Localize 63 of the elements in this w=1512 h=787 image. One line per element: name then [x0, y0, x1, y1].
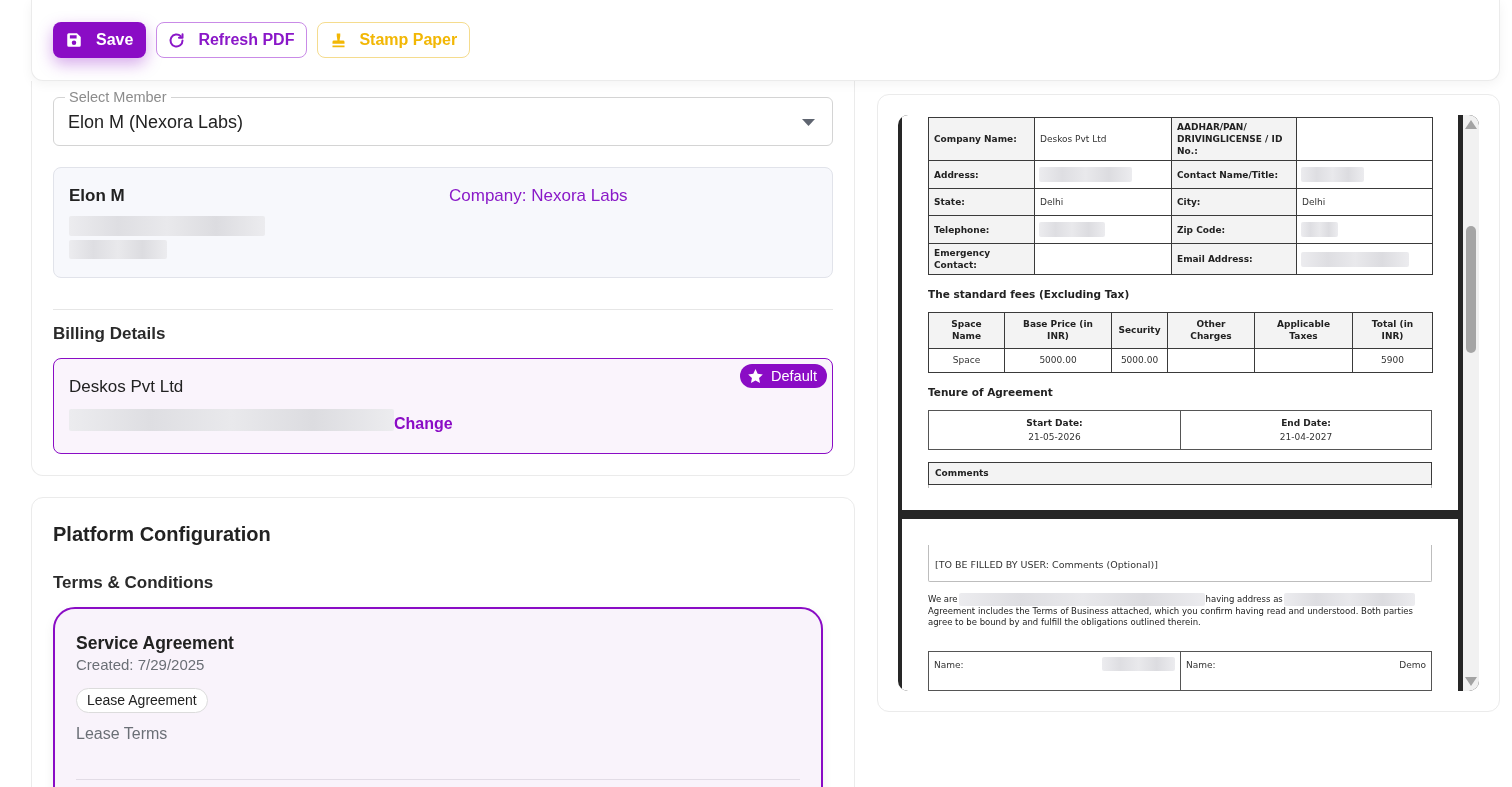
- table-header-cell: Base Price (in INR): [1004, 312, 1112, 349]
- table-cell: 5000.00: [1111, 348, 1168, 373]
- billing-account-card[interactable]: Deskos Pvt Ltd Change Default: [53, 358, 833, 454]
- table-header-cell: Security: [1111, 312, 1168, 349]
- document-heading: Tenure of Agreement: [928, 385, 1053, 399]
- table-label-cell: Email Address:: [1171, 243, 1297, 275]
- date-label: Start Date:: [1026, 417, 1083, 429]
- scrollbar-thumb[interactable]: [1466, 226, 1476, 353]
- table-header-cell: Space Name: [928, 312, 1005, 349]
- agreement-type-tag: Lease Agreement: [76, 688, 208, 713]
- table-label-cell: State:: [928, 188, 1035, 216]
- paragraph-text: having address as: [1205, 594, 1283, 605]
- section-title: Platform Configuration: [53, 522, 271, 546]
- change-link[interactable]: Change: [394, 415, 453, 433]
- table-label-cell: Zip Code:: [1171, 215, 1297, 244]
- refresh-icon: [168, 31, 186, 49]
- date-label: End Date:: [1281, 417, 1331, 429]
- save-button[interactable]: Save: [53, 22, 147, 58]
- section-subtitle: Terms & Conditions: [53, 573, 214, 593]
- company-name: Company: Nexora Labs: [449, 186, 628, 206]
- badge-label: Default: [771, 368, 817, 384]
- comments-header: Comments: [928, 462, 1432, 485]
- agreement-description: Lease Terms: [76, 724, 168, 744]
- scroll-up-icon[interactable]: [1465, 120, 1477, 129]
- created-date: Created: 7/29/2025: [76, 656, 205, 674]
- table-header-cell: Total (in INR): [1352, 312, 1433, 349]
- paragraph-text: We are: [928, 594, 958, 605]
- table-cell: 5000.00: [1004, 348, 1112, 373]
- table-header-cell: Applicable Taxes: [1254, 312, 1353, 349]
- table-label-cell: Emergency Contact:: [928, 243, 1035, 275]
- signature-label: Name:: [934, 660, 964, 671]
- table-cell: Deskos Pvt Ltd: [1034, 117, 1172, 161]
- redacted-text-block: [1301, 167, 1364, 182]
- scroll-down-icon[interactable]: [1465, 677, 1477, 686]
- redacted-text-block: [1039, 222, 1105, 237]
- table-cell: Space: [928, 348, 1005, 373]
- billing-company-name: Deskos Pvt Ltd: [69, 377, 184, 397]
- signature-label: Name:: [1186, 660, 1216, 671]
- agreement-paragraph: Agreement includes the Terms of Business attached, which you confirm having read and understood. Both parties agree to be bound by and fulfill the obligations outlined therein.: [928, 606, 1414, 627]
- table-label-cell: Contact Name/Title:: [1171, 160, 1297, 189]
- table-label-cell: Company Name:: [928, 117, 1035, 161]
- date-value: 21-05-2026: [1028, 431, 1081, 443]
- agreement-title: Service Agreement: [76, 633, 234, 653]
- member-name: Elon M: [69, 186, 125, 206]
- star-icon: [747, 367, 765, 385]
- comments-box: [TO BE FILLED BY USER: Comments (Optional)]: [928, 545, 1432, 582]
- caret-down-icon: [802, 119, 815, 126]
- table-label-cell: City:: [1171, 188, 1297, 216]
- refresh-pdf-button[interactable]: Refresh PDF: [156, 22, 308, 58]
- signature-name: Demo: [1399, 660, 1426, 671]
- table-cell: Delhi: [1034, 188, 1172, 216]
- table-label-cell: AADHAR/PAN/ DRIVINGLICENSE / ID No.:: [1171, 117, 1297, 161]
- stamp-icon: [330, 31, 348, 49]
- document-heading: The standard fees (Excluding Tax): [928, 287, 1130, 301]
- date-value: 21-04-2027: [1279, 431, 1333, 443]
- table-cell: Delhi: [1296, 188, 1433, 216]
- billing-heading: Billing Details: [53, 324, 166, 344]
- table-cell: 5900: [1352, 348, 1433, 373]
- table-header-cell: Other Charges: [1167, 312, 1255, 349]
- table-label-cell: Telephone:: [928, 215, 1035, 244]
- agreement-card[interactable]: Service Agreement Created: 7/29/2025 Lease Agreement Lease Terms: [53, 607, 823, 787]
- redacted-text-block: [1301, 222, 1338, 237]
- table-label-cell: Address:: [928, 160, 1035, 189]
